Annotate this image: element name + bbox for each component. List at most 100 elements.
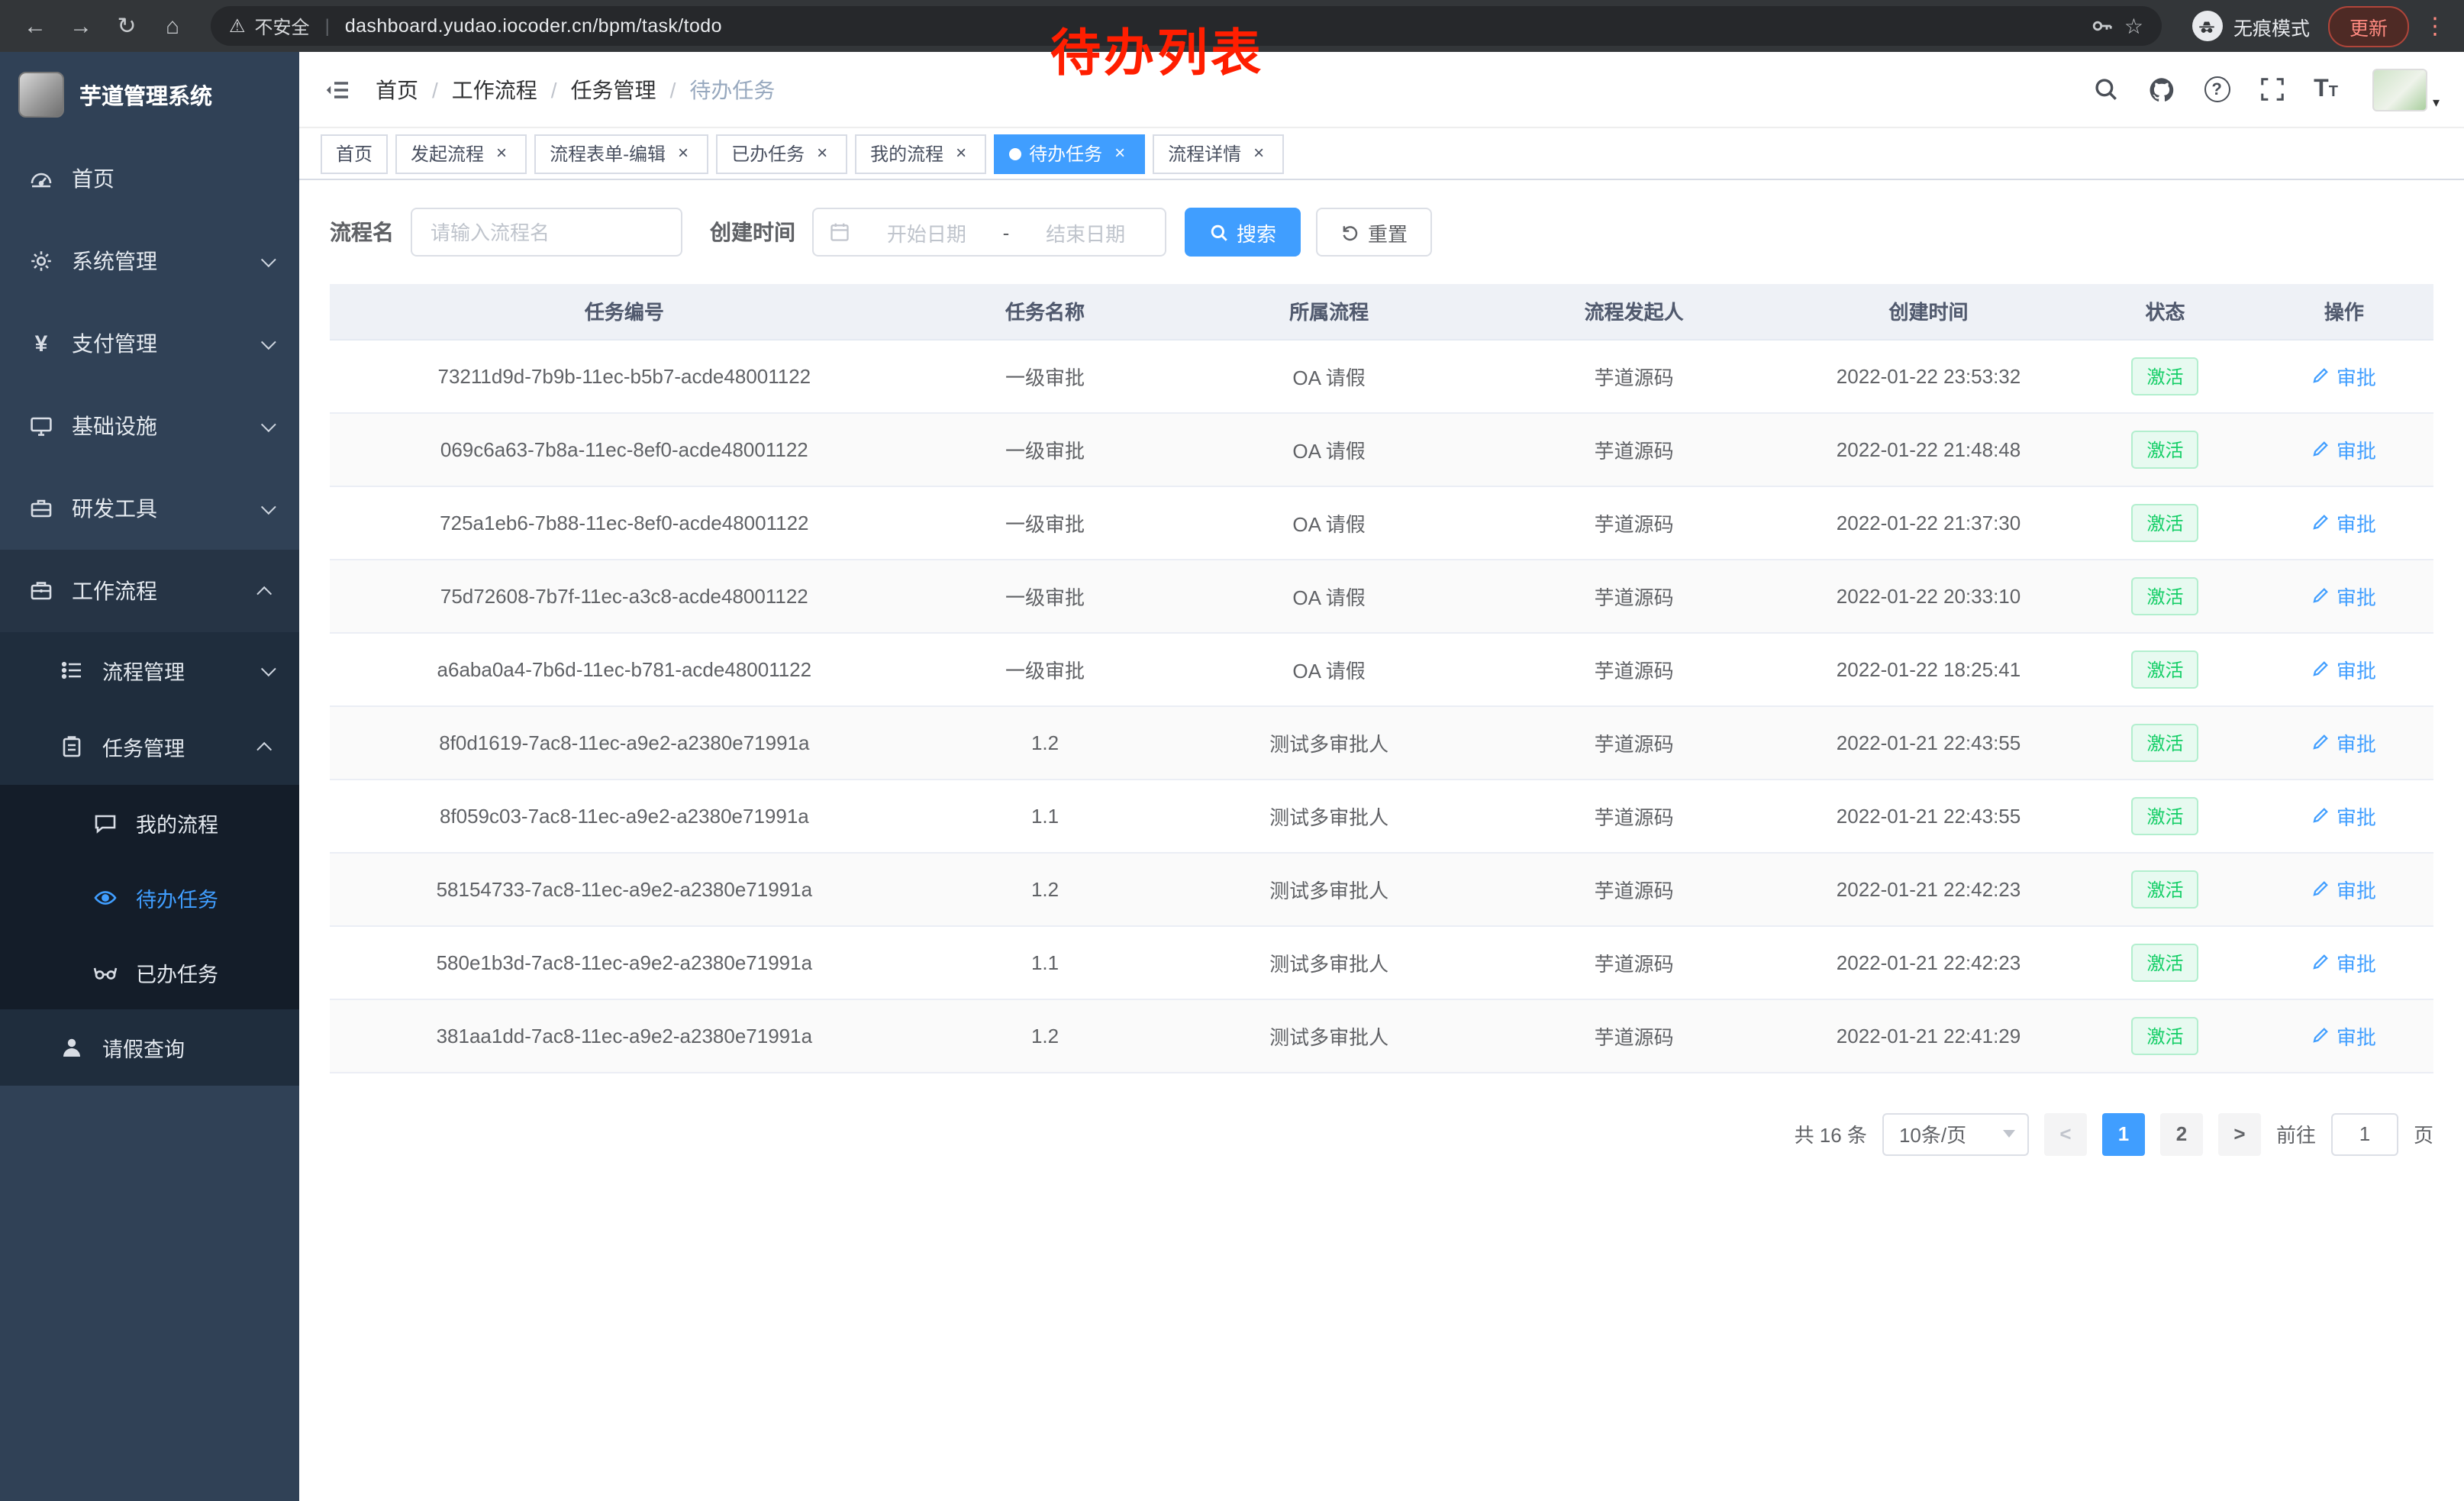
help-icon[interactable]: ?: [2204, 76, 2230, 102]
page-size-select[interactable]: 10条/页: [1882, 1112, 2029, 1155]
sidebar-item-task-mgmt[interactable]: 任务管理: [0, 709, 299, 785]
search-icon[interactable]: [2092, 76, 2118, 102]
sidebar-item-done-tasks[interactable]: 已办任务: [0, 934, 299, 1009]
sidebar-item-leave-query[interactable]: 请假查询: [0, 1009, 299, 1086]
eye-icon: [92, 885, 119, 909]
tab-todo-tasks[interactable]: 待办任务 ×: [994, 134, 1145, 173]
browser-back-button[interactable]: ←: [15, 6, 55, 46]
breadcrumb-workflow[interactable]: 工作流程: [452, 74, 537, 105]
security-label: 不安全: [255, 13, 310, 39]
toolbox-icon: [27, 496, 55, 521]
approve-link[interactable]: 审批: [2312, 947, 2376, 976]
sidebar-item-my-process[interactable]: 我的流程: [0, 785, 299, 860]
approve-link[interactable]: 审批: [2312, 1021, 2376, 1050]
tab-home[interactable]: 首页: [321, 134, 388, 173]
reset-button[interactable]: 重置: [1316, 208, 1432, 257]
prev-page-button[interactable]: <: [2044, 1112, 2087, 1155]
approve-link[interactable]: 审批: [2312, 874, 2376, 903]
list-icon: [58, 658, 85, 683]
breadcrumb-current: 待办任务: [689, 74, 775, 105]
tab-process-detail[interactable]: 流程详情 ×: [1153, 134, 1284, 173]
table-row: 8f0d1619-7ac8-11ec-a9e2-a2380e71991a 1.2…: [330, 705, 2433, 779]
cell-task-name: 一级审批: [919, 339, 1172, 412]
chat-bubble-icon: [92, 810, 119, 834]
cell-task-id: a6aba0a4-7b6d-11ec-b781-acde48001122: [330, 632, 919, 705]
browser-forward-button[interactable]: →: [61, 6, 101, 46]
browser-update-button[interactable]: 更新: [2328, 5, 2409, 47]
sidebar-item-system[interactable]: 系统管理: [0, 220, 299, 302]
sidebar-item-payment[interactable]: ¥ 支付管理: [0, 302, 299, 385]
browser-reload-button[interactable]: ↻: [107, 6, 147, 46]
approve-link[interactable]: 审批: [2312, 434, 2376, 463]
breadcrumb-task-mgmt[interactable]: 任务管理: [571, 74, 656, 105]
cell-task-id: 8f059c03-7ac8-11ec-a9e2-a2380e71991a: [330, 779, 919, 852]
briefcase-icon: [27, 579, 55, 603]
browser-toolbar: ← → ↻ ⌂ ⚠ 不安全 | dashboard.yudao.iocoder.…: [0, 0, 2464, 52]
bookmark-star-icon[interactable]: ☆: [2124, 13, 2143, 39]
sidebar-item-home[interactable]: 首页: [0, 137, 299, 220]
tab-close-icon[interactable]: ×: [673, 144, 693, 163]
chevron-up-icon: [256, 586, 272, 601]
approve-link[interactable]: 审批: [2312, 581, 2376, 610]
cell-action: 审批: [2255, 705, 2433, 779]
tab-form-edit[interactable]: 流程表单-编辑 ×: [534, 134, 708, 173]
address-bar[interactable]: ⚠ 不安全 | dashboard.yudao.iocoder.cn/bpm/t…: [211, 6, 2162, 46]
approve-link[interactable]: 审批: [2312, 654, 2376, 683]
app-logo-row[interactable]: 芋道管理系统: [0, 52, 299, 137]
collapse-sidebar-icon[interactable]: [324, 76, 351, 103]
glasses-icon: [92, 960, 119, 984]
fullscreen-icon[interactable]: [2259, 76, 2285, 102]
tab-close-icon[interactable]: ×: [492, 144, 511, 163]
incognito-icon: [2192, 11, 2223, 41]
cell-process: OA 请假: [1171, 339, 1486, 412]
sidebar-item-workflow[interactable]: 工作流程: [0, 550, 299, 632]
tab-close-icon[interactable]: ×: [1110, 144, 1130, 163]
browser-home-button[interactable]: ⌂: [153, 6, 192, 46]
goto-page-input[interactable]: [2331, 1112, 2398, 1155]
sidebar-item-devtools[interactable]: 研发工具: [0, 467, 299, 550]
tab-start-process[interactable]: 发起流程 ×: [395, 134, 527, 173]
sidebar-item-todo-tasks[interactable]: 待办任务: [0, 860, 299, 934]
approve-link[interactable]: 审批: [2312, 801, 2376, 830]
tab-my-process[interactable]: 我的流程 ×: [855, 134, 986, 173]
approve-link[interactable]: 审批: [2312, 361, 2376, 390]
table-row: a6aba0a4-7b6d-11ec-b781-acde48001122 一级审…: [330, 632, 2433, 705]
status-badge: 激活: [2132, 503, 2199, 541]
search-button[interactable]: 搜索: [1185, 208, 1301, 257]
next-page-button[interactable]: >: [2218, 1112, 2261, 1155]
workflow-submenu: 流程管理 任务管理: [0, 632, 299, 1086]
tab-close-icon[interactable]: ×: [951, 144, 971, 163]
cell-status: 激活: [2075, 925, 2254, 999]
tab-done-tasks[interactable]: 已办任务 ×: [716, 134, 847, 173]
cell-created: 2022-01-21 22:42:23: [1782, 852, 2076, 925]
page-button-2[interactable]: 2: [2160, 1112, 2203, 1155]
pagination-total: 共 16 条: [1795, 1119, 1867, 1148]
chevron-down-icon: [261, 416, 276, 431]
approve-link[interactable]: 审批: [2312, 508, 2376, 537]
font-size-icon[interactable]: TT: [2314, 76, 2338, 103]
sidebar-item-process-mgmt[interactable]: 流程管理: [0, 632, 299, 709]
col-starter: 流程发起人: [1487, 284, 1782, 339]
cell-starter: 芋道源码: [1487, 632, 1782, 705]
github-icon[interactable]: [2147, 76, 2175, 103]
browser-menu-icon[interactable]: ⋮: [2421, 12, 2449, 40]
status-badge: 激活: [2132, 870, 2199, 908]
chevron-down-icon: [261, 251, 276, 266]
breadcrumb-home[interactable]: 首页: [376, 74, 418, 105]
table-row: 8f059c03-7ac8-11ec-a9e2-a2380e71991a 1.1…: [330, 779, 2433, 852]
user-avatar[interactable]: ▾: [2373, 68, 2440, 111]
cell-process: 测试多审批人: [1171, 852, 1486, 925]
date-range-picker[interactable]: 开始日期 - 结束日期: [812, 208, 1166, 257]
approve-link[interactable]: 审批: [2312, 728, 2376, 757]
tab-close-icon[interactable]: ×: [1249, 144, 1269, 163]
screenshot-stage: ← → ↻ ⌂ ⚠ 不安全 | dashboard.yudao.iocoder.…: [0, 0, 2464, 1501]
app-title: 芋道管理系统: [79, 79, 212, 111]
cell-starter: 芋道源码: [1487, 999, 1782, 1072]
process-name-input[interactable]: [411, 208, 682, 257]
password-key-icon[interactable]: [2091, 14, 2115, 38]
sidebar-item-infrastructure[interactable]: 基础设施: [0, 385, 299, 467]
cell-created: 2022-01-22 18:25:41: [1782, 632, 2076, 705]
page-button-1[interactable]: 1: [2102, 1112, 2145, 1155]
tab-close-icon[interactable]: ×: [812, 144, 832, 163]
end-date-placeholder: 结束日期: [1021, 218, 1150, 247]
